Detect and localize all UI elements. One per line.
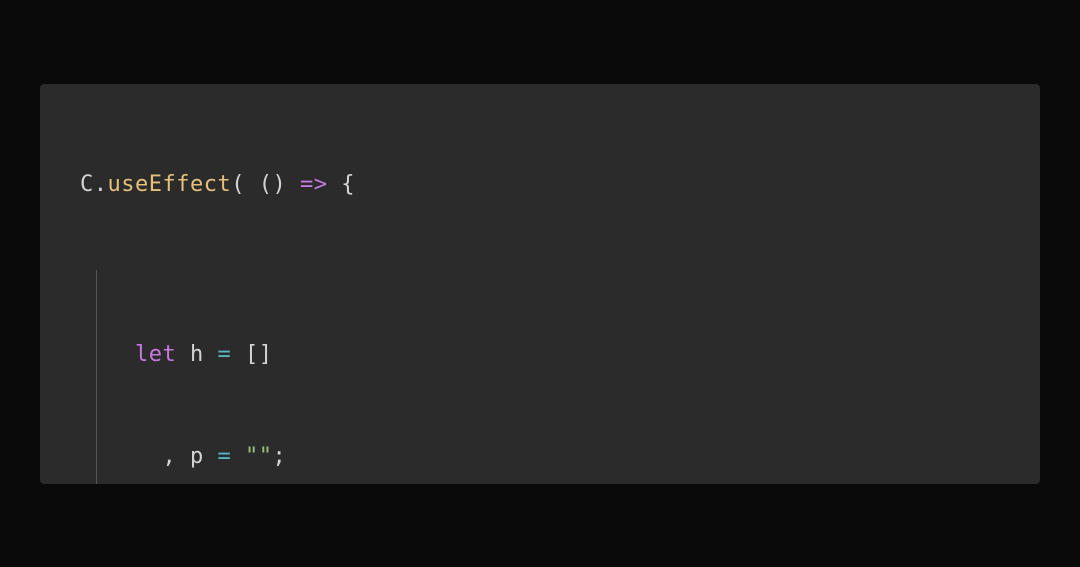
- token-keyword: let: [135, 342, 176, 367]
- code-line: C.useEffect( () => {: [40, 168, 1040, 202]
- token: [231, 444, 245, 469]
- token-arrow: =>: [300, 172, 328, 197]
- token-punct: ;: [272, 444, 286, 469]
- code-editor-panel: C.useEffect( () => { let h = [] , p = ""…: [40, 84, 1040, 484]
- token-ident: C: [80, 172, 94, 197]
- indent-guide: let h = [] , p = ""; window.ethereum && …: [96, 270, 1040, 484]
- token-ident: , p: [135, 444, 217, 469]
- code-line: , p = "";: [97, 440, 1040, 474]
- token-paren: ( (): [231, 172, 300, 197]
- token-op: =: [217, 444, 231, 469]
- token-punct: .: [94, 172, 108, 197]
- token-bracket: []: [231, 342, 272, 367]
- token-brace: {: [327, 172, 355, 197]
- token-method: useEffect: [108, 172, 232, 197]
- token-op: =: [218, 342, 232, 367]
- code-line: let h = []: [97, 338, 1040, 372]
- token-string: "": [245, 444, 273, 469]
- token-ident: h: [176, 342, 217, 367]
- code-block[interactable]: C.useEffect( () => { let h = [] , p = ""…: [40, 100, 1040, 484]
